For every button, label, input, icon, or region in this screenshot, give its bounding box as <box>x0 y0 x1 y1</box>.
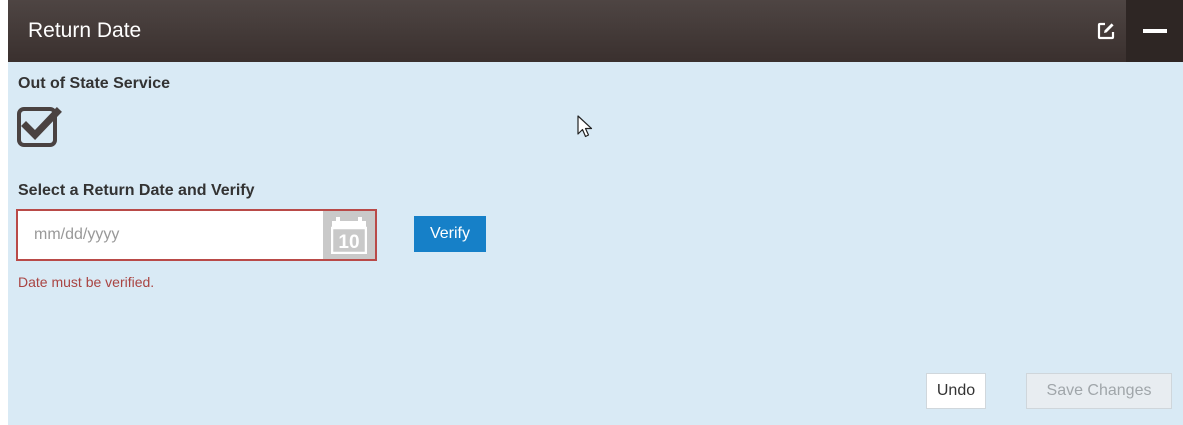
edit-button[interactable] <box>1086 0 1126 62</box>
calendar-day: 10 <box>338 232 359 253</box>
return-date-field: 10 <box>16 209 377 261</box>
checkbox-checked-icon <box>17 107 62 147</box>
calendar-icon: 10 <box>331 217 367 254</box>
undo-button[interactable]: Undo <box>926 373 986 409</box>
collapse-button[interactable] <box>1126 0 1183 62</box>
calendar-button[interactable]: 10 <box>323 211 375 259</box>
panel-header: Return Date <box>8 0 1183 62</box>
return-date-input[interactable] <box>18 211 323 259</box>
return-date-panel: Return Date Out of State Service Select … <box>8 0 1183 425</box>
mouse-pointer-icon <box>577 115 593 138</box>
out-of-state-checkbox[interactable] <box>16 104 62 150</box>
minus-icon <box>1142 29 1167 33</box>
save-changes-button[interactable]: Save Changes <box>1026 373 1172 409</box>
return-date-label: Select a Return Date and Verify <box>18 182 255 199</box>
date-error-message: Date must be verified. <box>18 274 155 290</box>
out-of-state-label: Out of State Service <box>18 75 171 92</box>
panel-title: Return Date <box>28 19 142 42</box>
edit-icon <box>1097 22 1115 40</box>
verify-button[interactable]: Verify <box>414 216 486 252</box>
